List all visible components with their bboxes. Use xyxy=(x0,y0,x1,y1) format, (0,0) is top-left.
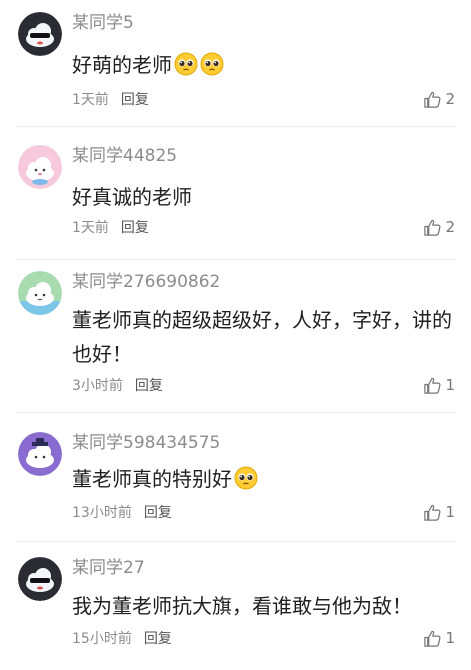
comment-text-body: 好萌的老师 xyxy=(72,53,172,77)
like-button[interactable]: 1 xyxy=(423,375,455,395)
comment-time: 1天前 xyxy=(72,220,109,236)
comment-text: 董老师真的特别好 xyxy=(72,462,453,496)
pleading-face-emoji xyxy=(234,466,258,490)
comment-text: 董老师真的超级超级好，人好，字好，讲的也好！ xyxy=(72,308,452,366)
comment-feed: 某同学5 好萌的老师 1天前 回复 2 某同学44825 好真诚的老师 1天前 … xyxy=(0,0,471,670)
comment-time: 1天前 xyxy=(72,92,109,108)
comment-meta: 1天前 回复 xyxy=(72,90,149,110)
username[interactable]: 某同学276690862 xyxy=(72,271,220,293)
pleading-face-emoji xyxy=(174,52,198,76)
comment-text: 好真诚的老师 xyxy=(72,185,192,209)
like-button[interactable]: 2 xyxy=(423,217,455,237)
comment-item: 某同学44825 好真诚的老师 1天前 回复 2 xyxy=(0,145,471,260)
divider xyxy=(16,541,455,542)
green-cloud-avatar-icon[interactable] xyxy=(18,271,62,315)
reply-button[interactable]: 回复 xyxy=(121,220,149,236)
like-count: 2 xyxy=(445,218,455,236)
username[interactable]: 某同学5 xyxy=(72,12,134,34)
pleading-face-emoji xyxy=(200,52,224,76)
like-count: 1 xyxy=(445,376,455,394)
like-count: 1 xyxy=(445,503,455,521)
thumbs-up-icon xyxy=(424,377,441,394)
username[interactable]: 某同学44825 xyxy=(72,145,177,167)
comment-meta: 1天前 回复 xyxy=(72,218,149,238)
thumbs-up-icon xyxy=(424,219,441,236)
comment-item: 某同学27 我为董老师抗大旗，看谁敢与他为敌！ 15小时前 回复 1 xyxy=(0,557,471,670)
comment-item: 某同学5 好萌的老师 1天前 回复 2 xyxy=(0,12,471,127)
comment-time: 13小时前 xyxy=(72,505,132,521)
comment-meta: 15小时前 回复 xyxy=(72,629,172,649)
comment-meta: 3小时前 回复 xyxy=(72,376,163,396)
divider xyxy=(16,412,455,413)
comment-time: 15小时前 xyxy=(72,631,132,647)
comment-text-body: 董老师真的特别好 xyxy=(72,467,232,491)
divider xyxy=(16,259,455,260)
username[interactable]: 某同学598434575 xyxy=(72,432,220,454)
like-button[interactable]: 1 xyxy=(423,502,455,522)
username[interactable]: 某同学27 xyxy=(72,557,145,579)
comment-text: 我为董老师抗大旗，看谁敢与他为敌！ xyxy=(72,594,412,618)
dark-cloud-avatar-icon[interactable] xyxy=(18,12,62,56)
thumbs-up-icon xyxy=(424,630,441,647)
comment-item: 某同学598434575 董老师真的特别好 13小时前 回复 1 xyxy=(0,432,471,542)
divider xyxy=(16,126,455,127)
comment-time: 3小时前 xyxy=(72,378,123,394)
reply-button[interactable]: 回复 xyxy=(135,378,163,394)
thumbs-up-icon xyxy=(424,504,441,521)
like-button[interactable]: 1 xyxy=(423,628,455,648)
thumbs-up-icon xyxy=(424,91,441,108)
pink-cloud-avatar-icon[interactable] xyxy=(18,145,62,189)
like-button[interactable]: 2 xyxy=(423,89,455,109)
dark-cloud-avatar-icon[interactable] xyxy=(18,557,62,601)
comment-item: 某同学276690862 董老师真的超级超级好，人好，字好，讲的也好！ 3小时前… xyxy=(0,271,471,413)
like-count: 1 xyxy=(445,629,455,647)
reply-button[interactable]: 回复 xyxy=(144,505,172,521)
comment-meta: 13小时前 回复 xyxy=(72,503,172,523)
like-count: 2 xyxy=(445,90,455,108)
reply-button[interactable]: 回复 xyxy=(121,92,149,108)
reply-button[interactable]: 回复 xyxy=(144,631,172,647)
purple-cloud-avatar-icon[interactable] xyxy=(18,432,62,476)
comment-text: 好萌的老师 xyxy=(72,48,453,82)
